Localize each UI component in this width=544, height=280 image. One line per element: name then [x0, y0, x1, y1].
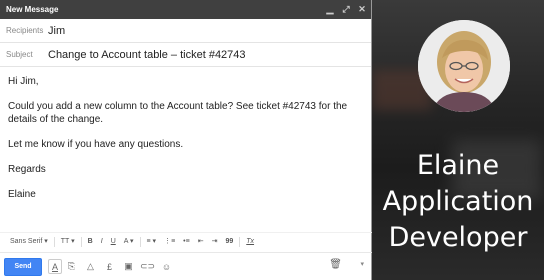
bold-icon[interactable]: B — [84, 235, 97, 249]
quote-icon[interactable]: 99 — [221, 235, 237, 249]
toolbar-divider — [80, 236, 82, 247]
body-signature: Elaine — [8, 189, 36, 200]
link-icon[interactable]: ⊂⊃ — [138, 259, 157, 275]
compose-title: New Message — [6, 5, 59, 14]
message-body[interactable]: Hi Jim, Could you add a new column to th… — [0, 67, 371, 221]
profile-role-line-2: Developer — [388, 222, 528, 253]
align-icon[interactable]: ≡ ▾ — [143, 235, 161, 249]
body-paragraph-1: Could you add a new column to the Accoun… — [8, 101, 348, 125]
numbered-list-icon[interactable]: ⋮≡ — [160, 235, 179, 249]
underline-icon[interactable]: U — [107, 235, 120, 249]
minimize-icon[interactable]: ▁ — [325, 3, 335, 15]
body-greeting: Hi Jim, — [8, 76, 39, 87]
toolbar-divider — [139, 236, 141, 247]
recipients-field[interactable]: Jim — [48, 25, 65, 37]
formatting-icon[interactable]: A — [48, 259, 62, 274]
font-size-icon[interactable]: TT ▾ — [57, 235, 79, 249]
attach-icon[interactable]: ⎘ — [62, 259, 81, 275]
profile-name: Elaine — [416, 150, 500, 181]
close-icon[interactable]: ✕ — [357, 3, 367, 15]
compose-window: New Message ▁ ⤢ ✕ Recipients Jim Subject… — [0, 0, 372, 280]
recipients-label: Recipients — [6, 26, 44, 35]
money-icon[interactable]: £ — [100, 259, 119, 275]
avatar — [418, 20, 510, 112]
window-controls: ▁ ⤢ ✕ — [325, 3, 367, 15]
send-toolbar: Send A ⎘ △ £ ▣ ⊂⊃ ☺ 🗑 ▾ — [0, 252, 372, 280]
avatar-image — [418, 20, 510, 112]
send-button[interactable]: Send — [4, 257, 42, 276]
bulleted-list-icon[interactable]: •≡ — [179, 235, 194, 249]
indent-less-icon[interactable]: ⇤ — [194, 235, 208, 249]
subject-label: Subject — [6, 50, 33, 59]
drive-icon[interactable]: △ — [81, 259, 100, 275]
more-options-icon[interactable]: ▾ — [360, 260, 364, 268]
profile-role-line-1: Application — [382, 186, 534, 217]
subject-field[interactable]: Change to Account table – ticket #42743 — [48, 49, 246, 61]
subject-row[interactable]: Subject Change to Account table – ticket… — [0, 43, 371, 67]
formatting-toolbar: Sans Serif ▾ TT ▾ B I U A ▾ ≡ ▾ ⋮≡ •≡ ⇤ … — [0, 232, 372, 250]
profile-panel: Elaine Application Developer — [372, 0, 544, 280]
clear-formatting-icon[interactable]: Tx — [242, 235, 258, 249]
text-color-icon[interactable]: A ▾ — [120, 235, 138, 249]
font-select[interactable]: Sans Serif ▾ — [6, 235, 52, 249]
body-paragraph-2: Let me know if you have any questions. — [8, 139, 184, 150]
recipients-row[interactable]: Recipients Jim — [0, 19, 371, 43]
toolbar-divider — [239, 236, 241, 247]
photo-icon[interactable]: ▣ — [119, 259, 138, 275]
body-closing: Regards — [8, 164, 46, 175]
trash-icon[interactable]: 🗑 — [329, 259, 342, 270]
indent-more-icon[interactable]: ⇥ — [208, 235, 222, 249]
italic-icon[interactable]: I — [97, 235, 107, 249]
expand-icon[interactable]: ⤢ — [341, 3, 351, 15]
compose-titlebar: New Message ▁ ⤢ ✕ — [0, 0, 371, 19]
emoji-icon[interactable]: ☺ — [157, 259, 176, 275]
toolbar-divider — [53, 236, 55, 247]
